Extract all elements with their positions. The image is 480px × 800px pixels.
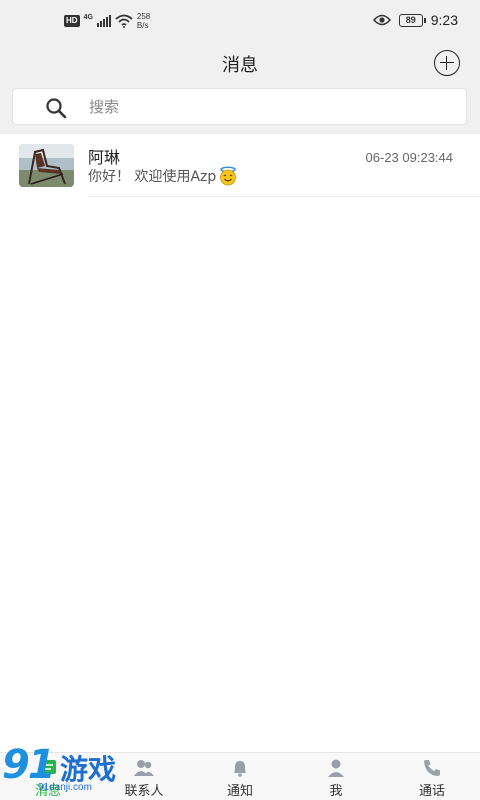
search-icon — [46, 98, 67, 119]
tab-label: 我 — [329, 784, 343, 799]
list-divider — [88, 196, 480, 197]
watermark-logo: 91 游戏 91danji.com — [0, 742, 140, 800]
tab-me[interactable]: 我 — [288, 753, 384, 800]
tab-calls[interactable]: 通话 — [384, 753, 480, 800]
phone-icon — [424, 760, 440, 776]
tab-notifications[interactable]: 通知 — [192, 753, 288, 800]
status-time: 9:23 — [430, 12, 458, 28]
status-bar: HD 4G 258 B/s 89 9:23 — [0, 0, 480, 44]
network-type: 4G — [83, 13, 93, 21]
contact-name: 阿琳 — [88, 148, 121, 167]
tab-label: 通话 — [418, 784, 445, 799]
search-box[interactable] — [12, 88, 467, 125]
page-title: 消息 — [222, 55, 258, 76]
avatar-image — [19, 144, 74, 187]
search-input[interactable] — [89, 97, 429, 117]
person-icon — [328, 759, 344, 777]
wifi-icon — [115, 14, 133, 28]
status-right: 89 9:23 — [372, 12, 458, 28]
message-text: 你好！ 欢迎使用Azp — [88, 169, 217, 185]
bell-icon — [234, 761, 246, 777]
plus-circle-icon[interactable] — [434, 50, 460, 76]
search-bar — [0, 84, 480, 134]
message-preview: 你好！ 欢迎使用Azp — [88, 166, 238, 186]
hd-badge: HD — [64, 15, 80, 27]
smiling-face-with-halo-icon — [220, 166, 237, 186]
signal-icon — [96, 15, 111, 27]
speed-unit: B/s — [136, 21, 149, 30]
tab-label: 通知 — [226, 784, 253, 799]
network-speed: 258 B/s — [137, 12, 150, 30]
status-left: HD 4G 258 B/s — [64, 12, 150, 30]
battery-icon: 89 — [398, 13, 426, 27]
eye-icon — [372, 14, 391, 26]
conversation-item[interactable]: 阿琳 你好！ 欢迎使用Azp 06-23 09:23:44 — [0, 136, 480, 196]
title-bar: 消息 — [0, 44, 480, 84]
message-time: 06-23 09:23:44 — [365, 150, 453, 165]
speed-value: 258 — [136, 12, 151, 21]
avatar — [19, 144, 74, 187]
watermark-url: 91danji.com — [38, 782, 92, 793]
